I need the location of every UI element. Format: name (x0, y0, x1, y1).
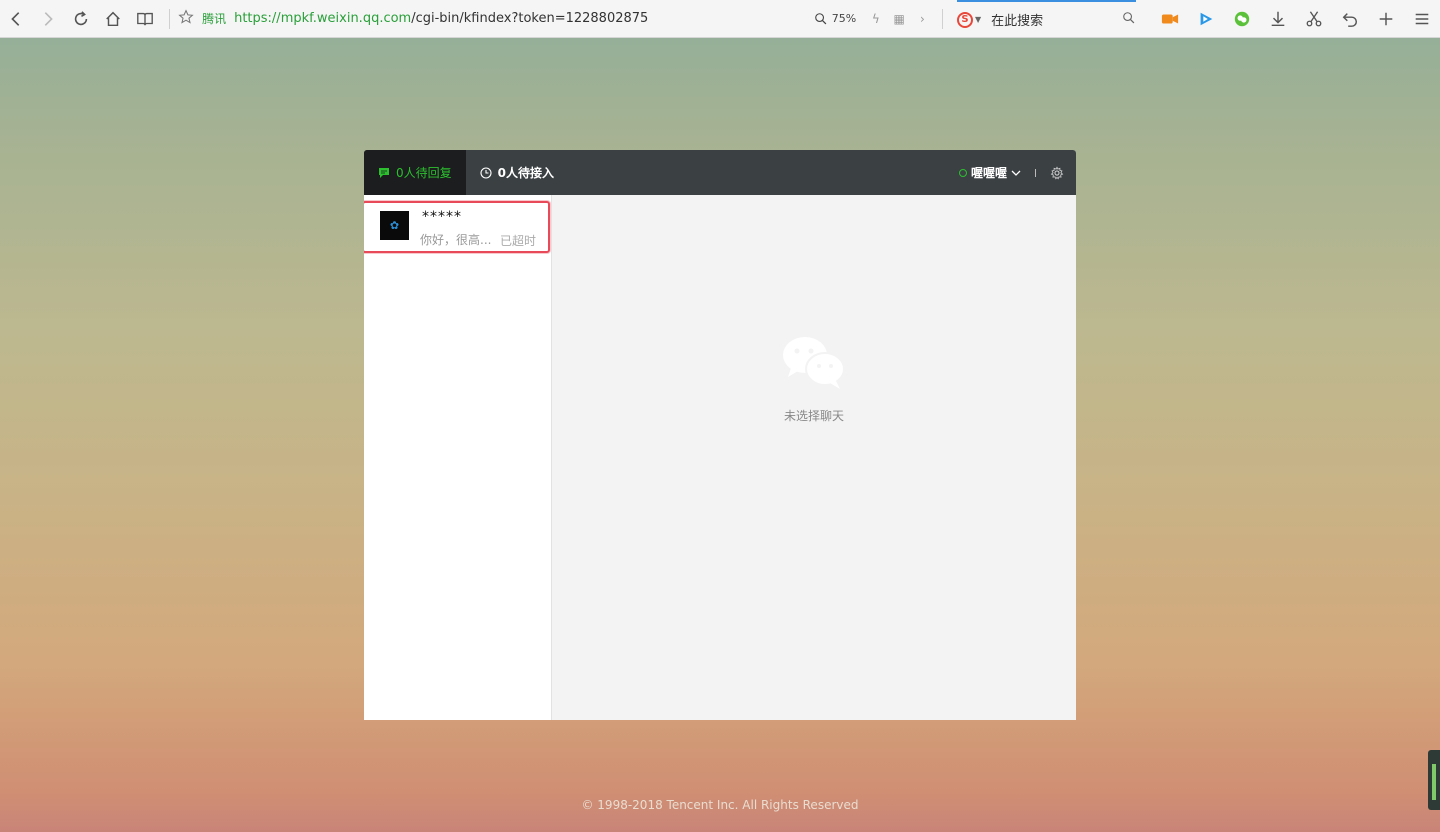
scissors-icon[interactable] (1296, 0, 1332, 38)
reload-icon (74, 10, 87, 25)
zoom-control[interactable]: 75% (814, 12, 856, 26)
conversation-preview: 你好，很高... (420, 233, 492, 247)
bookmark-star-icon[interactable] (178, 8, 194, 29)
conversation-list: ✿ ***** 你好，很高... 已超时 (364, 195, 552, 720)
browser-tools (1152, 0, 1440, 38)
chat-panel: 未选择聊天 (552, 195, 1076, 720)
header-right: 喔喔喔 (958, 150, 1064, 195)
url-path: /cgi-bin/kfindex?token=1228802875 (411, 11, 649, 26)
header-divider (1035, 168, 1036, 177)
search-engine-dropdown-icon[interactable]: ▼ (975, 15, 981, 24)
search-engine-icon[interactable]: S (956, 11, 973, 28)
zoom-icon (814, 12, 827, 24)
list-item[interactable]: ✿ ***** 你好，很高... 已超时 (364, 201, 550, 253)
tab-label: 0人待回复 (396, 166, 452, 180)
url-scheme: https:// (234, 11, 281, 26)
app-header: 0人待回复 0人待接入 喔喔喔 (364, 150, 1076, 195)
reload-button[interactable] (64, 0, 96, 38)
video-camera-icon[interactable] (1152, 0, 1188, 38)
search-icon[interactable] (1122, 10, 1136, 29)
side-widget-bar (1432, 764, 1436, 800)
download-icon[interactable] (1260, 0, 1296, 38)
clock-icon (480, 166, 492, 179)
qr-code-icon[interactable]: ▦ (887, 12, 910, 26)
video-play-icon[interactable] (1188, 0, 1224, 38)
new-tab-plus-icon[interactable] (1368, 0, 1404, 38)
address-bar[interactable]: 腾讯 https://mpkf.weixin.qq.com/cgi-bin/kf… (178, 0, 814, 38)
toolbar-divider (942, 8, 943, 29)
forward-button[interactable] (32, 0, 64, 38)
reader-button[interactable] (129, 0, 161, 38)
empty-state-text: 未选择聊天 (783, 409, 844, 423)
url-domain: mpkf.weixin.qq.com (280, 11, 412, 26)
search-input[interactable]: 在此搜索 (991, 10, 1114, 29)
online-status-icon (958, 168, 967, 177)
chat-icon (378, 167, 390, 179)
avatar: ✿ (380, 211, 409, 240)
forward-arrow-icon (45, 11, 54, 26)
wechat-icon[interactable] (1224, 0, 1260, 38)
customer-service-app: 0人待回复 0人待接入 喔喔喔 ✿ ***** 你好，很高... 已超时 未选择… (364, 150, 1076, 720)
app-body: ✿ ***** 你好，很高... 已超时 未选择聊天 (364, 195, 1076, 720)
back-button[interactable] (0, 0, 32, 38)
lightning-icon[interactable]: ϟ (864, 12, 887, 26)
tab-pending-reply[interactable]: 0人待回复 (364, 150, 466, 195)
menu-icon[interactable] (1404, 0, 1440, 38)
undo-icon[interactable] (1332, 0, 1368, 38)
search-box[interactable]: S ▼ 在此搜索 (956, 0, 1136, 38)
zoom-level: 75% (831, 12, 857, 25)
toolbar-divider (169, 8, 171, 29)
site-name: 腾讯 (202, 12, 227, 26)
browser-toolbar: 腾讯 https://mpkf.weixin.qq.com/cgi-bin/kf… (0, 0, 1440, 38)
home-icon (106, 11, 120, 26)
book-icon (137, 12, 153, 25)
copyright-footer: © 1998-2018 Tencent Inc. All Rights Rese… (581, 798, 859, 812)
wechat-bubbles-icon (781, 335, 847, 395)
back-arrow-icon (11, 11, 20, 26)
agent-name[interactable]: 喔喔喔 (971, 164, 1007, 181)
tab-label: 0人待接入 (497, 166, 554, 180)
home-button[interactable] (97, 0, 129, 38)
url-text[interactable]: https://mpkf.weixin.qq.com/cgi-bin/kfind… (234, 11, 648, 26)
chevron-right-icon[interactable]: › (911, 12, 934, 26)
conversation-name: ***** (422, 209, 462, 225)
side-widget[interactable] (1428, 750, 1440, 810)
tab-pending-accept[interactable]: 0人待接入 (466, 150, 568, 195)
gear-icon[interactable] (1050, 165, 1064, 180)
empty-state: 未选择聊天 (552, 335, 1076, 424)
status-badge: 已超时 (499, 234, 536, 248)
chevron-down-icon[interactable] (1011, 168, 1021, 178)
